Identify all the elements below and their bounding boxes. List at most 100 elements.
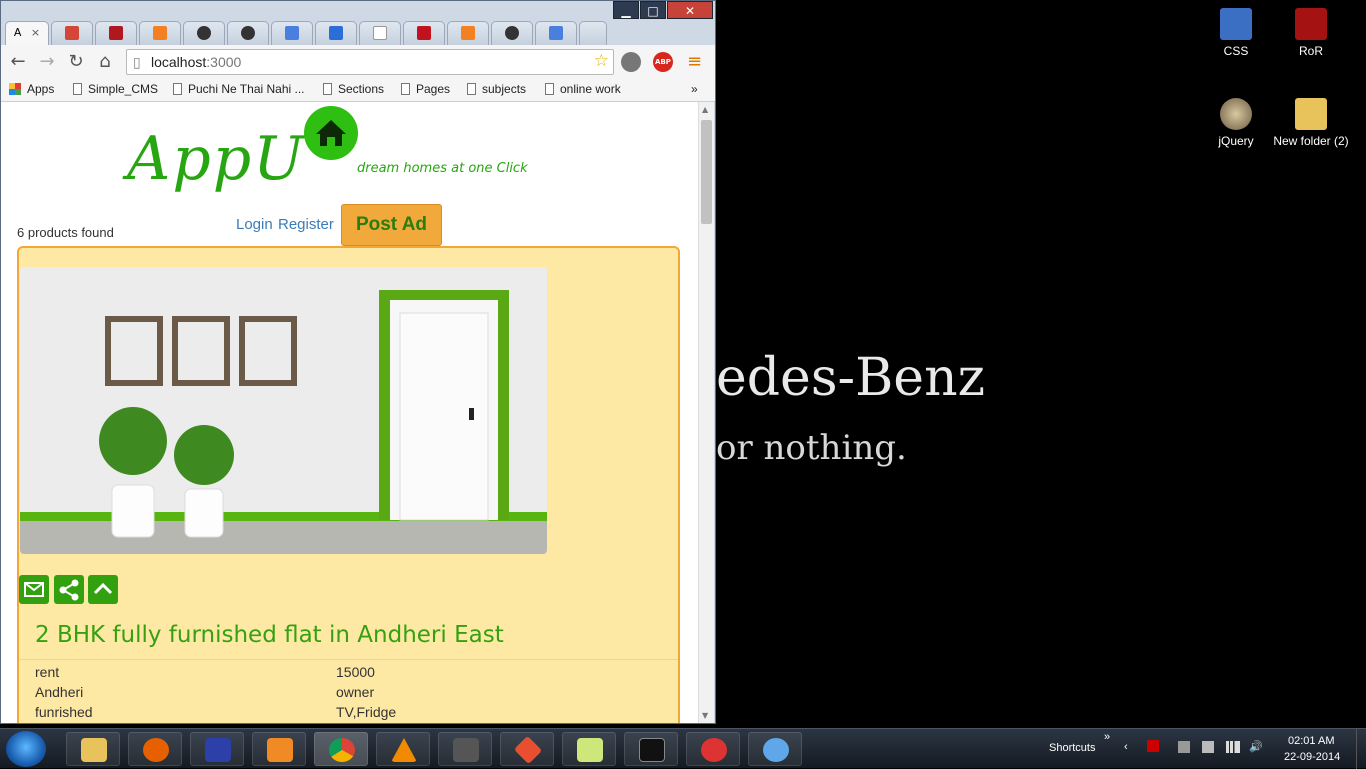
address-bar[interactable]: ▯ localhost:3000 ☆ xyxy=(126,49,614,75)
chevron-left-icon[interactable]: ‹ xyxy=(1124,741,1128,753)
desktop-icon-jquery[interactable]: jQuery xyxy=(1198,98,1274,148)
bookmark-item[interactable]: Sections xyxy=(323,82,384,96)
address-port: :3000 xyxy=(206,54,242,70)
show-desktop-button[interactable] xyxy=(1356,729,1366,769)
tab-google[interactable] xyxy=(535,21,577,45)
desktop-icon-label: jQuery xyxy=(1218,134,1254,148)
taskbar-vlc[interactable] xyxy=(376,732,430,766)
acrobat-tray-icon[interactable] xyxy=(1147,740,1159,752)
page-scrollbar[interactable]: ▲ ▼ xyxy=(698,102,714,723)
products-count: 6 products found xyxy=(17,225,114,240)
tab-ruby[interactable] xyxy=(95,21,137,45)
taskbar-git[interactable] xyxy=(500,732,554,766)
desktop-icon-new-folder[interactable]: New folder (2) xyxy=(1273,98,1349,148)
listing-photo[interactable] xyxy=(20,267,547,554)
login-link[interactable]: Login xyxy=(236,216,273,233)
address-host: localhost xyxy=(151,54,207,70)
scroll-down-icon[interactable]: ▼ xyxy=(702,711,708,720)
firefox-icon xyxy=(143,738,169,762)
share-button[interactable] xyxy=(54,575,84,604)
tab-github[interactable] xyxy=(491,21,533,45)
taskbar-player[interactable] xyxy=(252,732,306,766)
tab-strip: A × xyxy=(1,19,715,45)
bookmark-item[interactable]: Pages xyxy=(401,82,450,96)
scroll-up-icon[interactable]: ▲ xyxy=(702,105,708,114)
rubygems-icon xyxy=(417,26,431,40)
listing-location: Andheri xyxy=(35,684,84,700)
room-image xyxy=(20,267,547,554)
tab-stackoverflow[interactable] xyxy=(139,21,181,45)
post-ad-button[interactable]: Post Ad xyxy=(341,204,442,246)
tab-close-icon[interactable]: × xyxy=(31,26,40,39)
bookmark-item[interactable]: online work xyxy=(545,82,621,96)
taskbar-paint[interactable] xyxy=(748,732,802,766)
menu-icon[interactable]: ≡ xyxy=(687,51,702,72)
tab-jb[interactable] xyxy=(315,21,357,45)
desktop-icon-label: New folder (2) xyxy=(1273,134,1349,148)
tab-gmail[interactable] xyxy=(51,21,93,45)
back-arrow-icon[interactable]: ← xyxy=(7,51,29,73)
bookmark-star-icon[interactable]: ☆ xyxy=(594,49,609,73)
shortcuts-toolbar[interactable]: Shortcuts xyxy=(1049,742,1095,754)
taskbar-sublime[interactable] xyxy=(438,732,492,766)
envelope-icon xyxy=(24,582,44,597)
home-button[interactable] xyxy=(304,106,358,160)
close-window-button[interactable]: ✕ xyxy=(667,1,713,19)
apps-grid-icon xyxy=(9,83,21,95)
start-button[interactable] xyxy=(6,731,46,767)
bookmark-apps[interactable]: Apps xyxy=(9,82,54,96)
desktop-icon-ror[interactable]: RoR xyxy=(1273,8,1349,58)
scrollbar-thumb[interactable] xyxy=(701,120,712,224)
bookmark-item[interactable]: Puchi Ne Thai Nahi ... xyxy=(173,82,305,96)
web-page: AppU dream homes at one Click 6 products… xyxy=(1,102,698,723)
tab-appu[interactable]: A × xyxy=(5,21,49,45)
film-extension-icon[interactable] xyxy=(621,52,641,72)
home-icon[interactable]: ⌂ xyxy=(94,51,116,73)
listing-title[interactable]: 2 BHK fully furnished flat in Andheri Ea… xyxy=(35,622,504,648)
page-icon xyxy=(545,83,554,95)
bookmark-label: Apps xyxy=(27,82,55,96)
folder-icon xyxy=(81,738,107,762)
usb-tray-icon[interactable] xyxy=(1202,741,1214,753)
taskbar-explorer[interactable] xyxy=(66,732,120,766)
page-icon xyxy=(173,83,182,95)
forward-arrow-icon[interactable]: → xyxy=(36,51,58,73)
taskbar-snipping[interactable] xyxy=(686,732,740,766)
network-tray-icon[interactable] xyxy=(1178,741,1190,753)
google-icon xyxy=(285,26,299,40)
tab-github[interactable] xyxy=(183,21,225,45)
taskbar-chrome[interactable] xyxy=(314,732,368,766)
tab-google[interactable] xyxy=(271,21,313,45)
taskbar-firefox[interactable] xyxy=(128,732,182,766)
taskbar-media[interactable] xyxy=(190,732,244,766)
minimize-button[interactable]: ▁ xyxy=(613,1,639,19)
taskbar-stickynotes[interactable] xyxy=(562,732,616,766)
site-logo[interactable]: AppU xyxy=(127,124,306,194)
chevron-right-icon[interactable]: » xyxy=(1104,731,1110,743)
bookmarks-bar: Apps Simple_CMS Puchi Ne Thai Nahi ... S… xyxy=(1,78,715,102)
bookmark-item[interactable]: Simple_CMS xyxy=(73,82,158,96)
tab-page[interactable] xyxy=(359,21,401,45)
signal-bars-icon[interactable] xyxy=(1226,741,1240,753)
reload-icon[interactable]: ↻ xyxy=(65,51,87,73)
tab-stackoverflow[interactable] xyxy=(447,21,489,45)
bookmark-label: Pages xyxy=(416,82,451,96)
clock-time[interactable]: 02:01 AM xyxy=(1288,735,1334,747)
adblock-icon[interactable]: ABP xyxy=(653,52,673,72)
email-button[interactable] xyxy=(19,575,49,604)
desktop-icon-css[interactable]: CSS xyxy=(1198,8,1274,58)
clock-date[interactable]: 22-09-2014 xyxy=(1284,751,1340,763)
maximize-button[interactable]: □ xyxy=(640,1,666,19)
site-tagline: dream homes at one Click xyxy=(357,161,528,176)
bookmark-item[interactable]: subjects xyxy=(467,82,526,96)
collapse-button[interactable] xyxy=(88,575,118,604)
stackoverflow-icon xyxy=(153,26,167,40)
volume-icon[interactable]: 🔊 xyxy=(1249,740,1263,753)
tab-rubygems[interactable] xyxy=(403,21,445,45)
register-link[interactable]: Register xyxy=(278,216,334,233)
taskbar-cmd[interactable] xyxy=(624,732,678,766)
new-tab-button[interactable] xyxy=(579,21,607,45)
tab-github[interactable] xyxy=(227,21,269,45)
bookmarks-overflow-icon[interactable]: » xyxy=(691,82,698,96)
sublime-icon xyxy=(453,738,479,762)
